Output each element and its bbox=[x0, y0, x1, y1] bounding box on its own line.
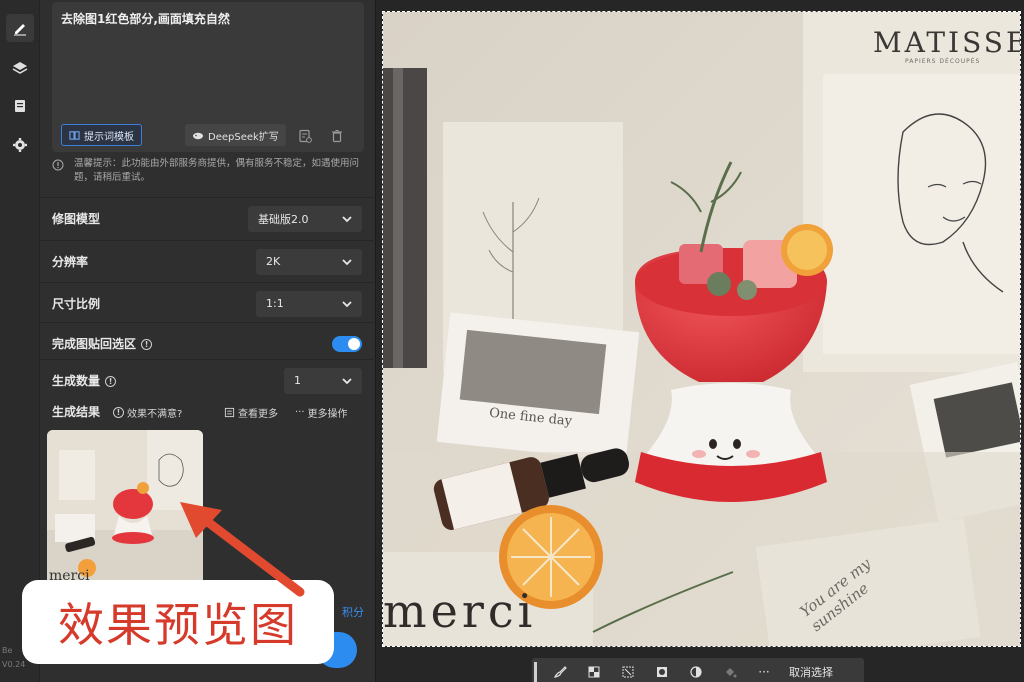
results-label: 生成结果 bbox=[52, 405, 101, 419]
ratio-label: 尺寸比例 bbox=[52, 297, 101, 311]
ratio-row: 尺寸比例 1:1 bbox=[40, 282, 376, 324]
invert-select-button[interactable] bbox=[577, 660, 611, 682]
resolution-row: 分辨率 2K bbox=[40, 240, 376, 282]
chevron-down-icon bbox=[342, 300, 352, 307]
feedback-link[interactable]: ! 效果不满意? bbox=[113, 405, 182, 420]
more-actions-text: 更多操作 bbox=[307, 409, 348, 420]
model-value: 基础版2.0 bbox=[258, 212, 309, 226]
document-icon bbox=[15, 100, 25, 112]
deepseek-expand-button[interactable]: DeepSeek扩写 bbox=[185, 124, 286, 146]
count-select[interactable]: 1 bbox=[284, 367, 362, 394]
chevron-down-icon bbox=[342, 377, 352, 384]
prompt-template-label: 提示词模板 bbox=[84, 131, 134, 143]
more-actions-link[interactable]: ··· 更多操作 bbox=[295, 405, 348, 420]
mask-icon bbox=[657, 667, 667, 677]
whale-icon bbox=[193, 132, 203, 140]
transform-select-button[interactable] bbox=[611, 660, 645, 682]
note-history-icon bbox=[299, 129, 312, 143]
paste-back-row: 完成图贴回选区! bbox=[40, 322, 376, 364]
more-button[interactable]: ··· bbox=[747, 660, 781, 682]
mask-button[interactable] bbox=[645, 660, 679, 682]
fill-button[interactable] bbox=[713, 660, 747, 682]
ellipsis-icon: ··· bbox=[758, 665, 770, 679]
toolbar-drag-handle[interactable] bbox=[534, 662, 537, 682]
prompt-template-button[interactable]: 提示词模板 bbox=[61, 124, 142, 146]
model-label: 修图模型 bbox=[52, 212, 101, 226]
paint-bucket-icon bbox=[726, 668, 737, 678]
info-icon: ! bbox=[113, 407, 124, 418]
count-row: 生成数量! 1 bbox=[40, 359, 376, 401]
product-photo bbox=[383, 12, 1020, 646]
chevron-down-icon bbox=[342, 215, 352, 222]
book-icon bbox=[69, 130, 80, 140]
service-tip-text: 温馨提示：此功能由外部服务商提供，偶有服务不稳定，如遇使用问题，请稍后重试。 bbox=[74, 158, 360, 183]
count-label: 生成数量! bbox=[52, 372, 117, 389]
count-label-text: 生成数量 bbox=[52, 374, 101, 388]
settings-tool-button[interactable] bbox=[6, 131, 34, 159]
cancel-selection-button[interactable]: 取消选择 bbox=[789, 664, 833, 680]
layers-tool-button[interactable] bbox=[6, 54, 34, 82]
points-label: 积分 bbox=[342, 606, 364, 619]
model-row: 修图模型 基础版2.0 bbox=[40, 197, 376, 239]
view-more-text: 查看更多 bbox=[238, 409, 278, 420]
feedback-text: 效果不满意? bbox=[127, 409, 183, 420]
chevron-down-icon bbox=[342, 258, 352, 265]
resolution-value: 2K bbox=[266, 255, 281, 268]
poster-subtitle: PAPIERS DÉCOUPÉS bbox=[905, 58, 981, 65]
model-select[interactable]: 基础版2.0 bbox=[248, 205, 362, 232]
contrast-button[interactable] bbox=[679, 660, 713, 682]
contrast-icon bbox=[690, 666, 702, 678]
prompt-history-button[interactable] bbox=[296, 127, 314, 145]
history-tool-button[interactable] bbox=[6, 92, 34, 120]
clear-prompt-button[interactable] bbox=[328, 127, 346, 145]
prompt-text[interactable]: 去除图1红色部分,画面填充自然 bbox=[61, 10, 230, 27]
brush-select-button[interactable] bbox=[543, 660, 577, 682]
pen-icon bbox=[14, 24, 26, 36]
paste-back-toggle[interactable] bbox=[332, 335, 362, 352]
prompt-input[interactable]: 去除图1红色部分,画面填充自然 提示词模板 DeepSeek扩写 bbox=[52, 2, 364, 152]
count-value: 1 bbox=[294, 374, 301, 387]
ellipsis-icon: ··· bbox=[295, 407, 305, 418]
ratio-select[interactable]: 1:1 bbox=[256, 290, 362, 317]
version-label: V0.24 bbox=[2, 660, 26, 669]
service-tip: 温馨提示：此功能由外部服务商提供，偶有服务不稳定，如遇使用问题，请稍后重试。 bbox=[52, 157, 364, 185]
trash-icon bbox=[332, 130, 342, 143]
layers-icon bbox=[12, 62, 28, 74]
view-more-link[interactable]: 查看更多 bbox=[224, 405, 278, 420]
info-icon: ! bbox=[141, 339, 153, 350]
toggle-knob bbox=[348, 337, 360, 350]
app-window: Be V0.24 去除图1红色部分,画面填充自然 提示词模板 DeepSeek扩… bbox=[0, 0, 1024, 682]
version-label-top: Be bbox=[2, 646, 13, 655]
ratio-value: 1:1 bbox=[266, 297, 284, 310]
photo-canvas[interactable]: MATISSE PAPIERS DÉCOUPÉS One fine day me… bbox=[383, 12, 1020, 646]
deepseek-expand-label: DeepSeek扩写 bbox=[208, 131, 279, 143]
list-icon bbox=[224, 407, 235, 418]
merci-card-text: merci bbox=[383, 584, 537, 638]
info-icon: ! bbox=[105, 376, 117, 387]
paste-back-label: 完成图贴回选区! bbox=[52, 335, 153, 352]
annotation-arrow-icon bbox=[180, 502, 305, 597]
edit-tool-button[interactable] bbox=[6, 14, 34, 42]
selection-toolbar: ··· 取消选择 bbox=[532, 658, 864, 682]
checker-icon bbox=[588, 666, 600, 678]
canvas-area[interactable]: MATISSE PAPIERS DÉCOUPÉS One fine day me… bbox=[376, 0, 1024, 682]
info-circle-icon bbox=[52, 159, 64, 171]
brush-icon bbox=[553, 666, 567, 678]
paste-back-label-text: 完成图贴回选区 bbox=[52, 337, 137, 351]
expand-icon bbox=[622, 666, 634, 678]
resolution-label: 分辨率 bbox=[52, 255, 89, 269]
resolution-select[interactable]: 2K bbox=[256, 248, 362, 275]
gear-icon bbox=[13, 138, 27, 152]
poster-title: MATISSE bbox=[873, 26, 1020, 59]
